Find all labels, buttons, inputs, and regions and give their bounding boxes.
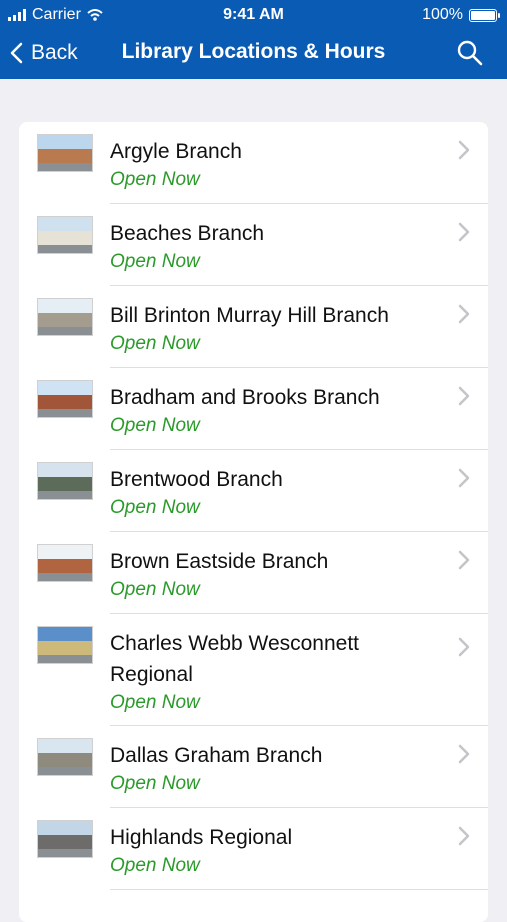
location-row-highlands[interactable]: Highlands Regional Open Now	[19, 808, 488, 890]
location-row-bradham-and-brooks[interactable]: Bradham and Brooks Branch Open Now	[19, 368, 488, 450]
chevron-right-icon	[458, 386, 470, 406]
location-row-beaches[interactable]: Beaches Branch Open Now	[19, 204, 488, 286]
branch-photo	[37, 134, 93, 172]
status-bar: Carrier 9:41 AM 100%	[0, 0, 507, 30]
location-status: Open Now	[110, 333, 200, 354]
location-name: Bradham and Brooks Branch	[110, 386, 380, 409]
location-status: Open Now	[110, 773, 200, 794]
location-name: Beaches Branch	[110, 222, 265, 245]
location-status: Open Now	[110, 855, 200, 876]
search-icon[interactable]	[455, 38, 485, 68]
status-bar-right: 100%	[422, 6, 500, 24]
chevron-right-icon	[458, 140, 470, 160]
location-row-bill-brinton-murray-hill[interactable]: Bill Brinton Murray Hill Branch Open Now	[19, 286, 488, 368]
chevron-left-icon	[10, 42, 23, 64]
location-row-argyle[interactable]: Argyle Branch Open Now	[19, 122, 488, 204]
chevron-right-icon	[458, 550, 470, 570]
chevron-right-icon	[458, 637, 470, 657]
branch-photo	[37, 820, 93, 858]
branch-photo	[37, 462, 93, 500]
location-status: Open Now	[110, 169, 200, 190]
location-name: Bill Brinton Murray Hill Branch	[110, 304, 389, 327]
location-name: Highlands Regional	[110, 826, 293, 849]
location-row-brown-eastside[interactable]: Brown Eastside Branch Open Now	[19, 532, 488, 614]
chevron-right-icon	[458, 468, 470, 488]
location-status: Open Now	[110, 251, 200, 272]
branch-photo	[37, 298, 93, 336]
battery-icon	[469, 8, 500, 22]
location-name: Brown Eastside Branch	[110, 550, 329, 573]
location-status: Open Now	[110, 497, 200, 518]
branch-photo	[37, 738, 93, 776]
back-button[interactable]: Back	[10, 38, 78, 68]
row-divider	[110, 889, 488, 890]
location-text: Bill Brinton Murray Hill Branch Open Now	[110, 300, 440, 357]
location-text: Charles Webb Wesconnett Regional Open No…	[110, 628, 440, 716]
location-row-dallas-graham[interactable]: Dallas Graham Branch Open Now	[19, 726, 488, 808]
location-name: Charles Webb Wesconnett Regional	[110, 632, 360, 686]
branch-photo	[37, 544, 93, 582]
nav-bar: Back Library Locations & Hours	[0, 30, 507, 79]
location-status: Open Now	[110, 415, 200, 436]
location-text: Brown Eastside Branch Open Now	[110, 546, 440, 603]
location-row-brentwood[interactable]: Brentwood Branch Open Now	[19, 450, 488, 532]
chevron-right-icon	[458, 222, 470, 242]
chevron-right-icon	[458, 304, 470, 324]
battery-percent: 100%	[422, 6, 463, 23]
location-text: Highlands Regional Open Now	[110, 822, 440, 879]
chevron-right-icon	[458, 744, 470, 764]
location-name: Dallas Graham Branch	[110, 744, 323, 767]
location-status: Open Now	[110, 579, 200, 600]
location-text: Bradham and Brooks Branch Open Now	[110, 382, 440, 439]
location-text: Beaches Branch Open Now	[110, 218, 440, 275]
location-name: Brentwood Branch	[110, 468, 283, 491]
location-text: Argyle Branch Open Now	[110, 136, 440, 193]
location-row-charles-webb-wesconnett[interactable]: Charles Webb Wesconnett Regional Open No…	[19, 614, 488, 726]
location-status: Open Now	[110, 692, 200, 713]
location-name: Argyle Branch	[110, 140, 242, 163]
branch-photo	[37, 216, 93, 254]
chevron-right-icon	[458, 826, 470, 846]
location-list: Argyle Branch Open Now Beaches Branch Op…	[19, 122, 488, 922]
location-text: Brentwood Branch Open Now	[110, 464, 440, 521]
branch-photo	[37, 380, 93, 418]
back-label: Back	[31, 41, 78, 64]
location-text: Dallas Graham Branch Open Now	[110, 740, 440, 797]
app-header: Carrier 9:41 AM 100% Back Library Locati…	[0, 0, 507, 79]
branch-photo	[37, 626, 93, 664]
